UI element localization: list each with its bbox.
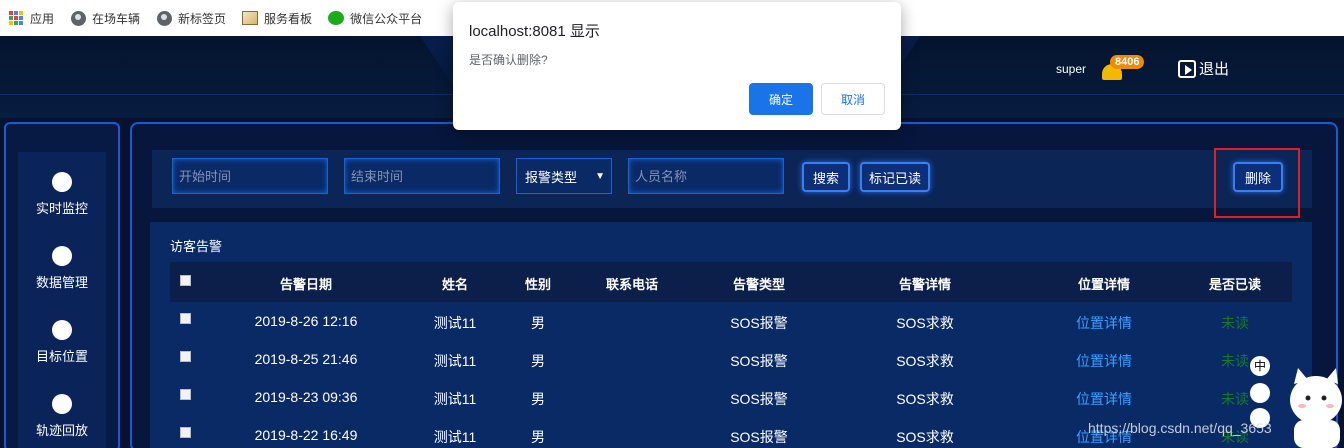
mark-read-button[interactable]: 标记已读 (860, 162, 930, 192)
search-button[interactable]: 搜索 (802, 162, 850, 192)
cat-mascot-icon (1290, 368, 1342, 448)
column-header-date: 告警日期 (279, 277, 332, 292)
cell-detail: SOS求救 (896, 353, 954, 369)
cell-date: 2019-8-26 12:16 (254, 313, 358, 329)
alarm-table-panel (150, 222, 1312, 448)
confirm-ok-button[interactable]: 确定 (749, 83, 813, 115)
alarm-type-select[interactable]: 报警类型 ▼ (516, 158, 612, 194)
logout-label: 退出 (1199, 61, 1230, 78)
notification-badge: 8406 (1110, 55, 1145, 69)
sidebar-item-label: 轨迹回放 (35, 423, 88, 438)
cell-detail: SOS求救 (896, 391, 954, 407)
globe-icon (156, 10, 172, 26)
sidebar-menu: 实时监控 数据管理 目标位置 轨迹回放 (18, 152, 106, 448)
sidebar-item-target-location[interactable]: 目标位置 (18, 320, 106, 365)
bookmark-new-tab[interactable]: 新标签页 (156, 10, 226, 27)
cell-gender: 男 (531, 429, 545, 445)
settings-icon[interactable] (1250, 383, 1270, 403)
column-header-gender: 性别 (524, 277, 551, 292)
row-checkbox[interactable] (180, 389, 191, 400)
username: super (1056, 62, 1087, 76)
apps-grid-icon (8, 10, 24, 26)
person-name-input[interactable] (628, 158, 784, 194)
cell-name: 测试11 (433, 429, 477, 445)
sidebar-item-data-management[interactable]: 数据管理 (18, 246, 106, 291)
sidebar-item-label: 实时监控 (35, 201, 88, 216)
cell-name: 测试11 (433, 315, 477, 331)
cell-name: 测试11 (433, 353, 477, 369)
cell-type: SOS报警 (730, 391, 788, 407)
bookmark-label: 新标签页 (178, 11, 227, 26)
bookmark-label: 应用 (30, 11, 55, 26)
cell-gender: 男 (531, 353, 545, 369)
pie-chart-icon (52, 246, 72, 266)
start-time-input[interactable] (172, 158, 328, 194)
cell-gender: 男 (531, 391, 545, 407)
alarm-type-value: 报警类型 (525, 169, 578, 185)
confirm-dialog: localhost:8081 显示 是否确认删除? 确定 取消 (453, 2, 901, 130)
cell-detail: SOS求救 (896, 315, 954, 331)
bookmark-wechat[interactable]: 微信公众平台 (328, 10, 422, 27)
logout-button[interactable]: 退出 (1178, 58, 1229, 79)
track-replay-icon (52, 394, 72, 414)
cell-type: SOS报警 (730, 315, 788, 331)
column-header-read: 是否已读 (1208, 277, 1261, 292)
column-header-type: 告警类型 (732, 277, 785, 292)
section-title: 访客告警 (170, 239, 223, 254)
dialog-message: 是否确认删除? (469, 53, 548, 67)
globe-icon (70, 10, 86, 26)
column-header-phone: 联系电话 (605, 277, 658, 292)
cell-type: SOS报警 (730, 429, 788, 445)
row-checkbox[interactable] (180, 313, 191, 324)
watermark-text: https://blog.csdn.net/qq_3653 (1088, 420, 1272, 436)
sidebar-item-label: 目标位置 (35, 349, 88, 364)
sidebar-item-realtime-monitor[interactable]: 实时监控 (18, 172, 106, 217)
dashboard-gauge-icon (52, 172, 72, 192)
dialog-title: localhost:8081 显示 (469, 23, 600, 40)
cell-date: 2019-8-22 16:49 (254, 427, 358, 443)
location-detail-link[interactable]: 位置详情 (1056, 389, 1152, 409)
select-all-checkbox[interactable] (180, 275, 191, 286)
sidebar-item-track-replay[interactable]: 轨迹回放 (18, 394, 106, 439)
row-checkbox[interactable] (180, 427, 191, 438)
cell-date: 2019-8-23 09:36 (254, 389, 358, 405)
bookmark-label: 微信公众平台 (350, 11, 423, 26)
row-checkbox[interactable] (180, 351, 191, 362)
confirm-cancel-button[interactable]: 取消 (821, 83, 885, 115)
column-header-name: 姓名 (441, 277, 468, 292)
board-icon (242, 10, 259, 26)
location-detail-link[interactable]: 位置详情 (1056, 313, 1152, 333)
bookmark-label: 在场车辆 (92, 11, 141, 26)
cell-gender: 男 (531, 315, 545, 331)
bookmark-vehicles[interactable]: 在场车辆 (70, 10, 140, 27)
location-detail-link[interactable]: 位置详情 (1056, 351, 1152, 371)
cell-detail: SOS求救 (896, 429, 954, 445)
bookmark-apps[interactable]: 应用 (8, 10, 54, 27)
wechat-icon (328, 10, 345, 26)
logout-icon (1178, 59, 1196, 78)
caret-down-icon: ▼ (595, 171, 605, 182)
delete-highlight-box (1214, 148, 1300, 218)
bookmark-label: 服务看板 (264, 11, 313, 26)
ime-toggle-button[interactable]: 中 (1250, 356, 1270, 376)
cell-date: 2019-8-25 21:46 (254, 351, 358, 367)
bookmark-service-board[interactable]: 服务看板 (242, 10, 312, 27)
end-time-input[interactable] (344, 158, 500, 194)
column-header-location: 位置详情 (1077, 277, 1130, 292)
cell-read-status: 未读 (1221, 315, 1249, 331)
sidebar: 实时监控 数据管理 目标位置 轨迹回放 (4, 122, 120, 448)
column-header-detail: 告警详情 (898, 277, 951, 292)
map-pin-icon (52, 320, 72, 340)
sidebar-item-label: 数据管理 (35, 275, 88, 290)
cell-name: 测试11 (433, 391, 477, 407)
cell-type: SOS报警 (730, 353, 788, 369)
